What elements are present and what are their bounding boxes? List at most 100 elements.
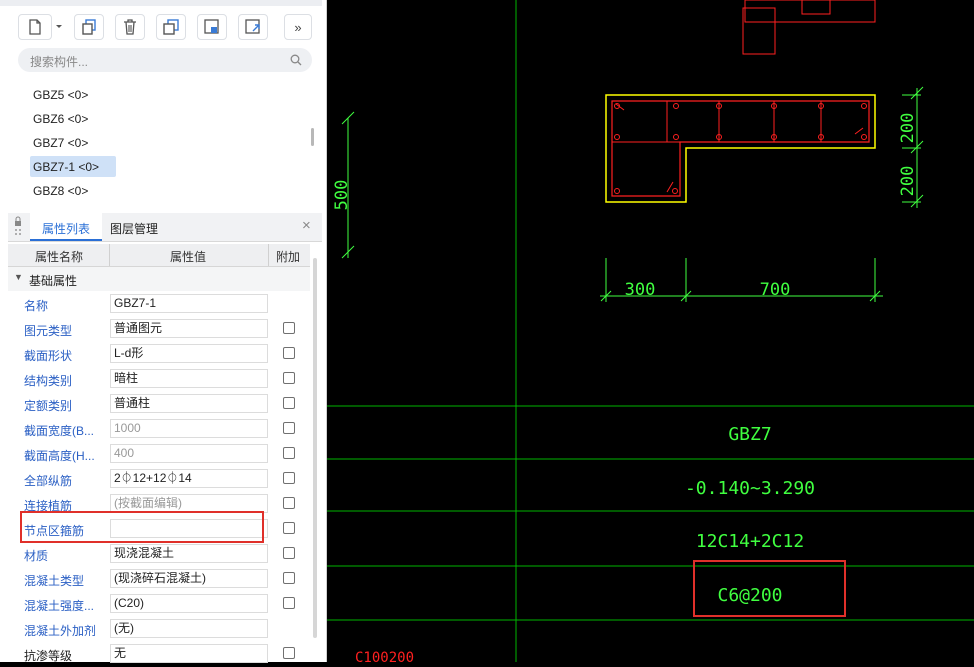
property-name[interactable]: 混凝土强度...	[24, 597, 94, 614]
stirrup-text: C6@200	[717, 585, 782, 606]
chevron-down-icon	[56, 25, 62, 28]
new-file-icon	[29, 19, 41, 35]
column-name-text: GBZ7	[728, 424, 771, 445]
table-row: 混凝土类型 (现浇碎石混凝土)	[8, 567, 310, 592]
property-value-field[interactable]: 普通图元	[110, 319, 268, 338]
list-item[interactable]: GBZ5 <0>	[33, 88, 88, 102]
attach-checkbox[interactable]	[283, 322, 295, 334]
property-name[interactable]: 截面高度(H...	[24, 447, 95, 464]
pin-icon	[15, 216, 21, 235]
property-name[interactable]: 图元类型	[24, 322, 72, 339]
dim-label-width-right: 700	[760, 280, 791, 300]
attach-checkbox[interactable]	[283, 472, 295, 484]
table-row: 截面高度(H... 400	[8, 442, 310, 467]
close-icon[interactable]: ×	[302, 217, 311, 234]
property-value-field[interactable]: 2⏀12+12⏀14	[110, 469, 268, 488]
group-basic-properties[interactable]: ▼ 基础属性	[8, 267, 310, 291]
property-value-field[interactable]: (C20)	[110, 594, 268, 613]
list-item[interactable]: GBZ8 <0>	[33, 184, 88, 198]
attach-checkbox[interactable]	[283, 397, 295, 409]
dim-label-height: 500	[332, 180, 352, 211]
attach-checkbox[interactable]	[283, 547, 295, 559]
more-button[interactable]: »	[284, 14, 312, 40]
table-row: 截面形状 L-d形	[8, 342, 310, 367]
properties-table-header: 属性名称 属性值 附加	[8, 244, 310, 267]
dim-label-top: 200	[898, 113, 918, 144]
table-row: 名称 GBZ7-1	[8, 292, 310, 317]
list-item[interactable]: GBZ6 <0>	[33, 112, 88, 126]
attach-checkbox[interactable]	[283, 497, 295, 509]
property-value-field[interactable]: L-d形	[110, 344, 268, 363]
table-row: 混凝土强度... (C20)	[8, 592, 310, 617]
property-name[interactable]: 抗渗等级	[24, 647, 72, 664]
tab-layers[interactable]: 图层管理	[110, 220, 158, 237]
attach-checkbox[interactable]	[283, 597, 295, 609]
copy-icon	[82, 19, 96, 35]
elevation-text: -0.140~3.290	[685, 478, 815, 499]
import-button[interactable]	[197, 14, 227, 40]
properties-tabbar: 属性列表 图层管理 ×	[8, 213, 322, 242]
table-row: 全部纵筋 2⏀12+12⏀14	[8, 467, 310, 492]
properties-scrollbar[interactable]	[313, 258, 317, 638]
component-panel: » 搜索构件... GBZ5 <0> GBZ6 <0> GBZ7 <0> GBZ…	[0, 0, 327, 663]
search-input[interactable]: 搜索构件...	[18, 48, 312, 72]
double-chevron-right-icon: »	[294, 19, 302, 35]
cad-background	[327, 0, 974, 662]
table-row: 混凝土外加剂 (无)	[8, 617, 310, 642]
dim-label-width-left: 300	[625, 280, 656, 300]
property-value-field[interactable]: (无)	[110, 619, 268, 638]
property-value-field[interactable]: 1000	[110, 419, 268, 438]
search-icon	[290, 54, 302, 66]
collapse-triangle-icon[interactable]: ▼	[14, 272, 23, 282]
property-value-field[interactable]: 无	[110, 644, 268, 663]
dropdown-arrow-button[interactable]	[52, 14, 66, 40]
property-name[interactable]: 全部纵筋	[24, 472, 72, 489]
property-value-field[interactable]: GBZ7-1	[110, 294, 268, 313]
list-item[interactable]: GBZ7 <0>	[33, 136, 88, 150]
property-name[interactable]: 截面宽度(B...	[24, 422, 94, 439]
property-value-field[interactable]: 400	[110, 444, 268, 463]
column-divider	[109, 244, 110, 266]
property-name[interactable]: 截面形状	[24, 347, 72, 364]
attach-checkbox[interactable]	[283, 647, 295, 659]
list-scrollbar[interactable]	[311, 128, 314, 146]
property-value-field[interactable]: 暗柱	[110, 369, 268, 388]
column-header-value: 属性值	[170, 250, 207, 264]
table-row: 定额类别 普通柱	[8, 392, 310, 417]
table-row: 结构类别 暗柱	[8, 367, 310, 392]
property-name[interactable]: 定额类别	[24, 397, 72, 414]
attach-checkbox[interactable]	[283, 372, 295, 384]
list-item-selected[interactable]: GBZ7-1 <0>	[33, 160, 99, 174]
new-component-button[interactable]	[18, 14, 52, 40]
tab-properties[interactable]: 属性列表	[42, 220, 90, 237]
table-row: 材质 现浇混凝土	[8, 542, 310, 567]
property-value-field[interactable]: (现浇碎石混凝土)	[110, 569, 268, 588]
column-divider	[268, 244, 269, 266]
panel-header-strip	[0, 0, 322, 6]
attach-checkbox[interactable]	[283, 347, 295, 359]
property-name[interactable]: 材质	[24, 547, 48, 564]
attach-checkbox[interactable]	[283, 422, 295, 434]
dim-label-bottom: 200	[898, 166, 918, 197]
cad-canvas[interactable]: 500 200 200 300 700 GBZ7 -0.140~3.290 12…	[327, 0, 974, 662]
column-header-name: 属性名称	[35, 250, 84, 264]
property-name[interactable]: 混凝土外加剂	[24, 622, 96, 639]
attach-checkbox[interactable]	[283, 522, 295, 534]
column-header-extra: 附加	[276, 250, 301, 264]
duplicate-button[interactable]	[156, 14, 186, 40]
longitudinal-rebar-text: 12C14+2C12	[696, 531, 804, 552]
property-name[interactable]: 结构类别	[24, 372, 72, 389]
property-name[interactable]: 混凝土类型	[24, 572, 84, 589]
delete-button[interactable]	[115, 14, 145, 40]
property-value-field[interactable]: 普通柱	[110, 394, 268, 413]
attach-checkbox[interactable]	[283, 447, 295, 459]
export-button[interactable]	[238, 14, 268, 40]
copy-button[interactable]	[74, 14, 104, 40]
table-row: 抗渗等级 无	[8, 642, 310, 667]
table-row: 截面宽度(B... 1000	[8, 417, 310, 442]
property-name[interactable]: 名称	[24, 297, 48, 314]
import-icon	[204, 19, 219, 34]
export-icon	[245, 19, 260, 34]
attach-checkbox[interactable]	[283, 572, 295, 584]
property-value-field[interactable]: 现浇混凝土	[110, 544, 268, 563]
